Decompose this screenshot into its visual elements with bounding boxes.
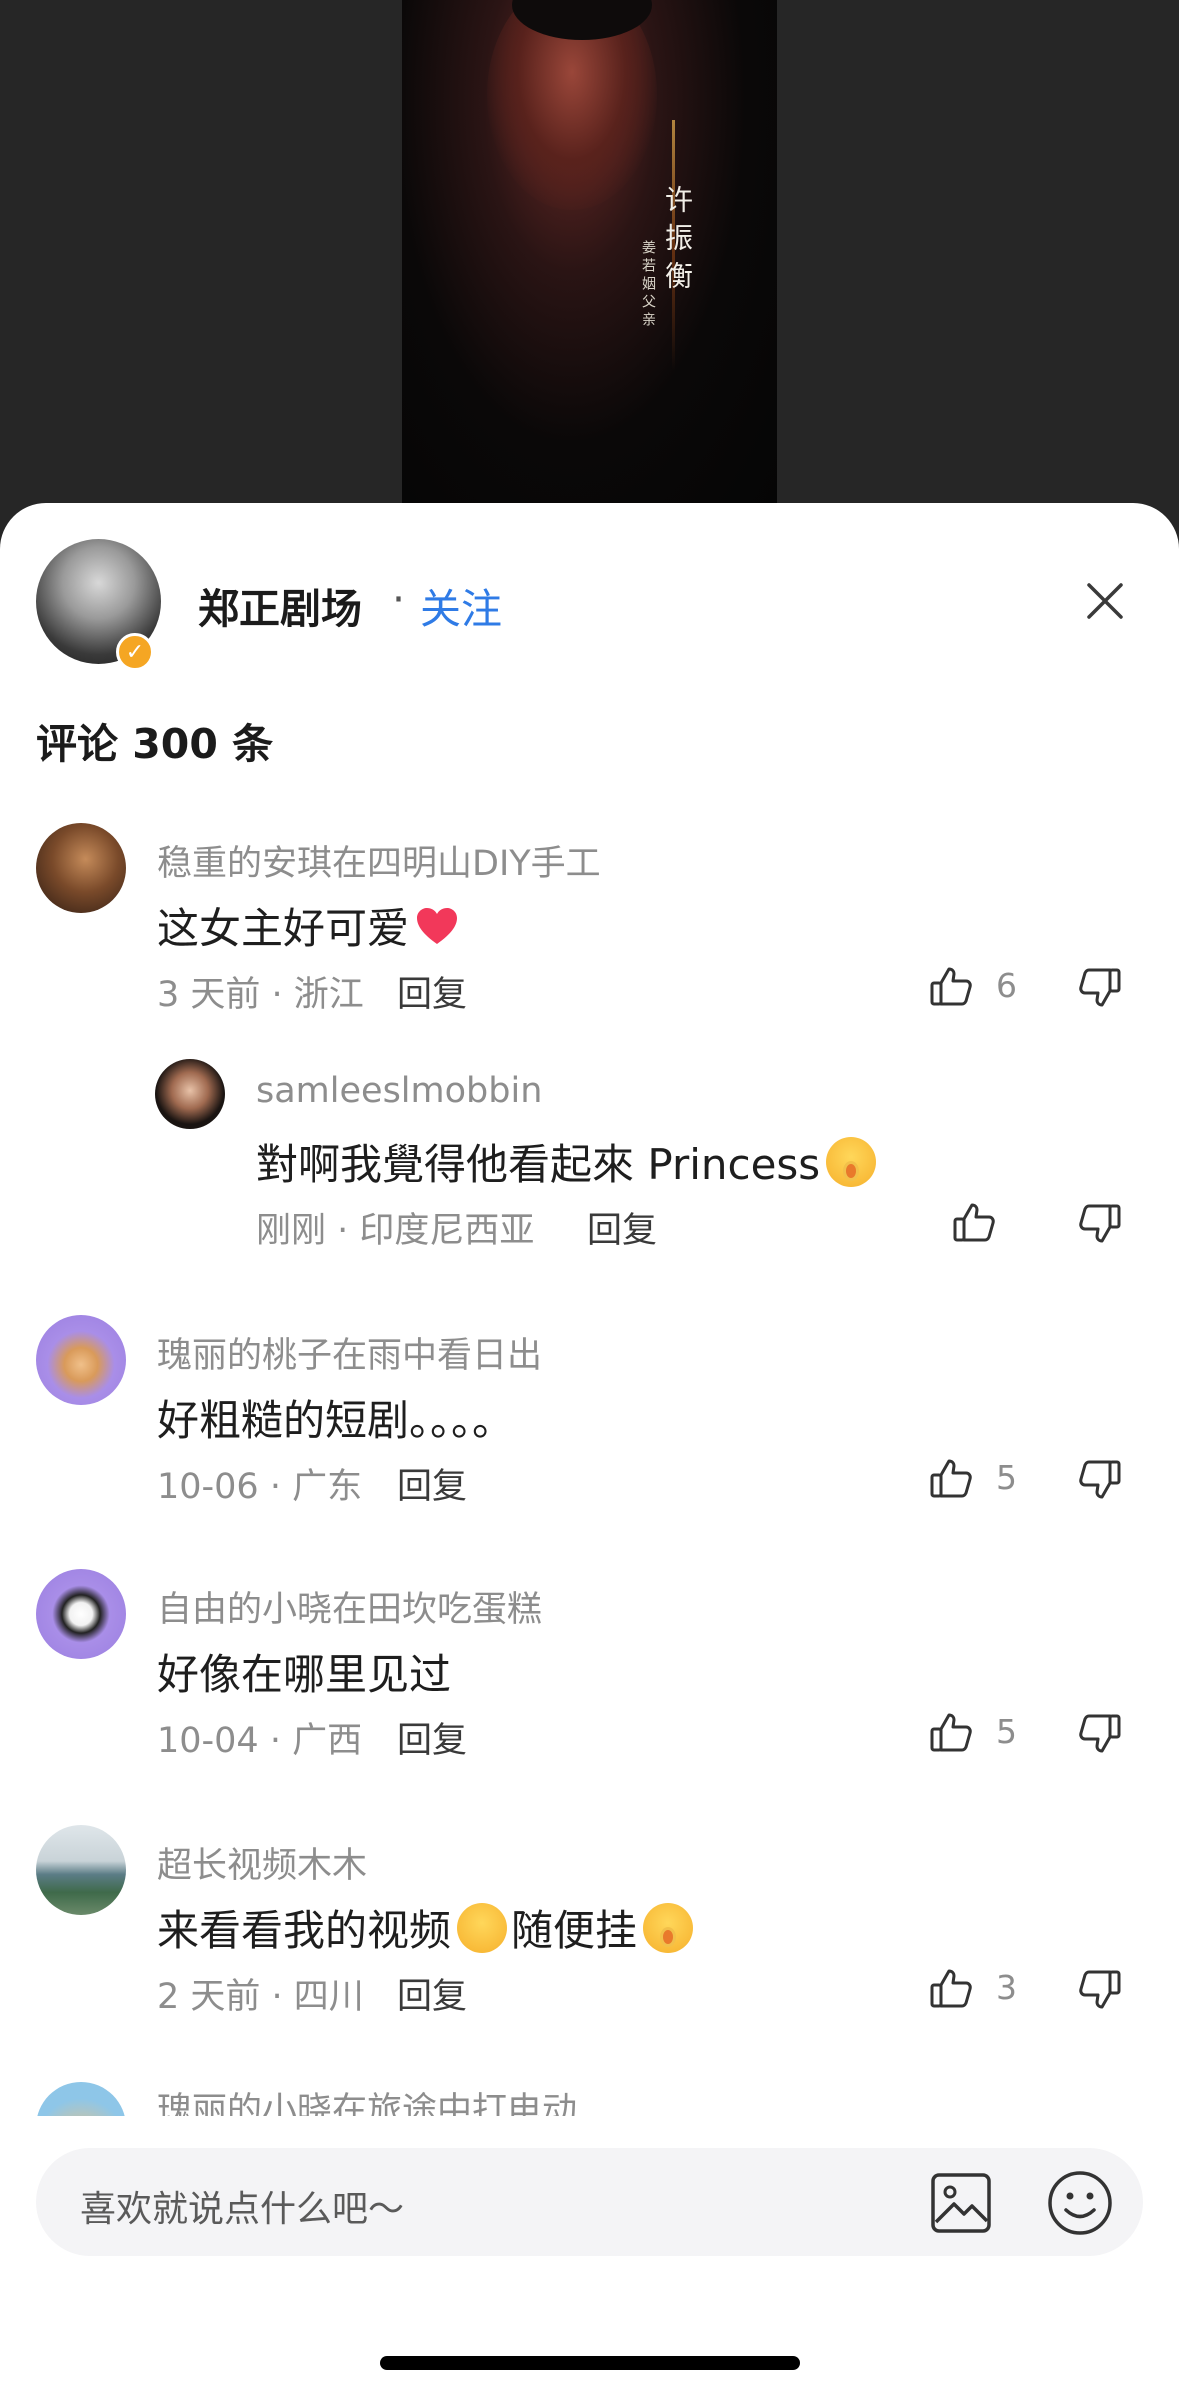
verified-badge-icon: ✓ xyxy=(116,633,154,671)
thumbs-down-icon[interactable] xyxy=(1076,1709,1124,1757)
close-icon[interactable] xyxy=(1083,579,1127,623)
commenter-avatar[interactable] xyxy=(36,1825,126,1915)
commenter-name[interactable]: 超长视频木木 xyxy=(157,1837,367,1888)
comment-text: 这女主好可爱 xyxy=(157,895,459,956)
thumbs-up-icon[interactable] xyxy=(927,1965,975,2013)
commenter-avatar[interactable] xyxy=(36,1315,126,1405)
like-count: 6 xyxy=(996,966,1017,1005)
partial-comment-item: 瑰丽的小晓在旅途中打电动 xyxy=(0,2060,1179,2116)
replier-avatar[interactable] xyxy=(155,1059,225,1129)
replier-name[interactable]: samleeslmobbin xyxy=(256,1071,542,1111)
comments-count-title: 评论 300 条 xyxy=(36,720,274,768)
comment-input-placeholder[interactable]: 喜欢就说点什么吧～ xyxy=(80,2180,404,2232)
commenter-name[interactable]: 自由的小晓在田坎吃蛋糕 xyxy=(157,1581,542,1632)
follow-button[interactable]: 关注 xyxy=(420,575,502,635)
thumbs-up-icon[interactable] xyxy=(927,1709,975,1757)
yawning-emoji-icon xyxy=(826,1136,877,1187)
author-name[interactable]: 郑正剧场 xyxy=(198,575,362,635)
reply-button[interactable]: 回复 xyxy=(397,966,467,1017)
comment-text-part1: 来看看我的视频 xyxy=(157,1906,452,1955)
comment-text: 好粗糙的短剧。。。。 xyxy=(157,1396,515,1445)
smiley-icon[interactable] xyxy=(1047,2170,1113,2236)
comment-text-part2: 随便挂 xyxy=(511,1906,638,1955)
reply-button[interactable]: 回复 xyxy=(587,1202,657,1253)
comment-item: 超长视频木木 来看看我的视频 随便挂 2 天前 · 四川 回复 3 xyxy=(0,1825,1179,2025)
commenter-name[interactable]: 瑰丽的桃子在雨中看日出 xyxy=(157,1327,542,1378)
heart-emoji-icon xyxy=(417,907,458,944)
commenter-avatar[interactable] xyxy=(36,1569,126,1659)
thumbs-down-icon[interactable] xyxy=(1076,1965,1124,2013)
comment-meta: 10-06 · 广东 xyxy=(157,1467,363,1507)
thumbs-up-icon[interactable] xyxy=(927,1455,975,1503)
like-count: 5 xyxy=(996,1458,1017,1497)
commenter-avatar[interactable] xyxy=(36,2082,126,2116)
reply-button[interactable]: 回复 xyxy=(397,1458,467,1509)
reply-text-content: 對啊我覺得他看起來 Princess xyxy=(256,1140,821,1189)
comment-item: 瑰丽的桃子在雨中看日出 好粗糙的短剧。。。。 10-06 · 广东 回复 5 xyxy=(0,1315,1179,1515)
comment-text: 好像在哪里见过 xyxy=(157,1650,452,1699)
video-overlay-role: 姜若姻父亲 xyxy=(640,240,656,330)
reply-button[interactable]: 回复 xyxy=(397,1968,467,2019)
thumbs-down-icon[interactable] xyxy=(1076,1199,1124,1247)
image-icon[interactable] xyxy=(930,2172,992,2234)
thumbs-down-icon[interactable] xyxy=(1076,963,1124,1011)
commenter-name[interactable]: 瑰丽的小晓在旅途中打电动 xyxy=(157,2082,577,2116)
comment-item: 自由的小晓在田坎吃蛋糕 好像在哪里见过 10-04 · 广西 回复 5 xyxy=(0,1569,1179,1769)
commenter-avatar[interactable] xyxy=(36,823,126,913)
comment-meta: 10-04 · 广西 xyxy=(157,1721,363,1761)
comment-text-content: 这女主好可爱 xyxy=(157,904,410,953)
video-overlay-name: 许振衡 xyxy=(661,185,694,299)
reply-item: samleeslmobbin 對啊我覺得他看起來 Princess 刚刚 · 印… xyxy=(0,1059,1179,1259)
comment-meta: 2 天前 · 四川 xyxy=(157,1977,364,2017)
like-count: 5 xyxy=(996,1712,1017,1751)
thumbs-down-icon[interactable] xyxy=(1076,1455,1124,1503)
thumbs-up-icon[interactable] xyxy=(927,963,975,1011)
video-frame: 许振衡 姜若姻父亲 xyxy=(402,0,777,505)
comment-text: 来看看我的视频 随便挂 xyxy=(157,1897,694,1958)
reply-meta: 刚刚 · 印度尼西亚 xyxy=(256,1211,535,1251)
yawning-emoji-icon xyxy=(643,1902,694,1953)
commenter-name[interactable]: 稳重的安琪在四明山DIY手工 xyxy=(157,835,601,886)
home-indicator[interactable] xyxy=(380,2356,800,2370)
reply-text: 對啊我覺得他看起來 Princess xyxy=(256,1131,877,1192)
like-count: 3 xyxy=(996,1968,1017,2007)
name-separator: · xyxy=(392,575,406,623)
comment-item: 稳重的安琪在四明山DIY手工 这女主好可爱 3 天前 · 浙江 回复 6 xyxy=(0,823,1179,1023)
comment-input-bar[interactable]: 喜欢就说点什么吧～ xyxy=(36,2148,1143,2256)
video-player[interactable]: 许振衡 姜若姻父亲 xyxy=(0,0,1179,540)
squinting-emoji-icon xyxy=(457,1902,508,1953)
comment-meta: 3 天前 · 浙江 xyxy=(157,975,364,1015)
thumbs-up-icon[interactable] xyxy=(950,1199,998,1247)
reply-button[interactable]: 回复 xyxy=(397,1712,467,1763)
